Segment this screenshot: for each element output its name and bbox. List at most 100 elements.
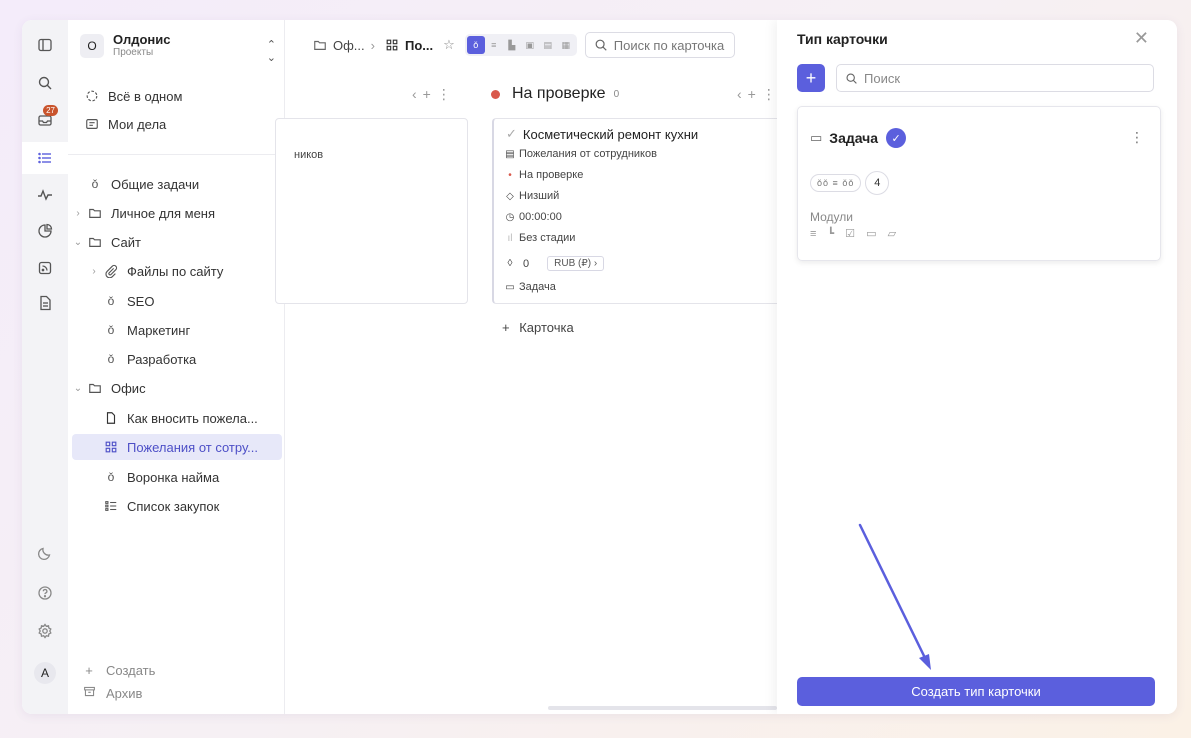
card-status-text: На проверке [519,169,584,181]
sidebar-item-how-to-submit[interactable]: Как вносить пожела... [88,405,282,431]
user-avatar[interactable]: A [34,662,56,684]
column-tools[interactable]: ‹+⋮ [737,86,782,103]
sidebar-item-label: Маркетинг [127,322,191,338]
docs-icon[interactable] [32,290,58,316]
currency-label: RUB (₽) [554,258,592,269]
search-icon[interactable] [32,70,58,96]
breadcrumb-folder[interactable]: Оф... [333,38,365,53]
folder-icon [87,234,103,250]
gantt-view-icon[interactable]: ▙ [503,36,521,54]
sidebar-item-label: Файлы по сайту [127,263,224,279]
column-tools-left[interactable]: ‹+⋮ [412,86,457,103]
sidebar-item-label: Список закупок [127,498,220,514]
archive-button[interactable]: Архив [82,685,142,701]
grid-icon [386,39,398,51]
comments-module-icon: ▱ [887,228,901,240]
chevron-down-icon[interactable]: ⌄ [72,237,84,248]
create-card-type-button[interactable]: Создать тип карточки [797,677,1155,706]
create-button[interactable]: + Создать [82,663,155,678]
column-header[interactable]: На проверке 0 [491,82,619,106]
card-amount: ◊ 0 RUB (₽) › [504,256,605,271]
create-label: Создать [106,663,156,678]
list-icon [103,498,119,514]
sidebar-item-site[interactable]: ⌄ Сайт [72,229,282,255]
more-vertical-icon[interactable]: ⋮ [1130,129,1144,146]
star-icon[interactable]: ☆ [443,37,455,53]
kanban-card[interactable]: ✓ Косметический ремонт кухни ▤ Пожелания… [492,118,792,304]
reports-pie-icon[interactable] [32,218,58,244]
files-module-icon: ▭ [866,228,881,240]
sidebar-item-my-tasks[interactable]: Мои дела [84,111,274,137]
table-view-icon[interactable]: ▤ [539,36,557,54]
list-view-icon[interactable]: ≡ [485,36,503,54]
document-icon [84,116,100,132]
kanban-icon: ǒ [107,294,115,308]
view-icons-group: ǒǒ ≡ ǒǒ [810,174,862,192]
status-icon: • [508,169,512,181]
column-title: На проверке [512,85,606,102]
kanban-view-icon: ǒǒ [817,178,830,188]
sidebar-item-employee-wishes[interactable]: Пожелания от сотру... [72,434,282,460]
icon-rail: 27 A [22,20,68,714]
activity-icon[interactable] [32,182,58,208]
sidebar-item-marketing[interactable]: ǒ Маркетинг [88,317,282,343]
modules-label: Модули [810,210,853,224]
sidebar-item-seo[interactable]: ǒ SEO [88,288,282,314]
search-icon [846,72,857,84]
inbox-icon[interactable]: 27 [32,105,58,133]
sidebar-item-general-tasks[interactable]: ǒ Общие задачи [72,171,282,197]
views-count: 4 [865,171,890,195]
sidebar-item-personal[interactable]: › Личное для меня [72,200,282,226]
column-count: 0 [613,88,620,100]
grid-view-icon[interactable]: ▦ [557,36,575,54]
chevron-updown-icon[interactable]: ⌃ ⌄ [267,38,276,64]
card-type-item[interactable]: ▭ Задача ✓ ⋮ ǒǒ ≡ ǒǒ 4 Модули ≡ ┗ ☑ ▭ ▱ [797,106,1161,261]
horizontal-scrollbar[interactable] [548,706,777,710]
card-type-text: Задача [519,281,556,293]
project-sidebar: О Олдонис Проекты ⌃ ⌄ Всё в одном Мои дел… [68,20,285,714]
help-icon[interactable] [32,580,58,606]
projects-icon[interactable] [22,142,68,174]
paperclip-icon [103,263,119,279]
sidebar-item-label: Как вносить пожела... [127,410,258,426]
dark-mode-icon[interactable] [32,540,58,566]
board-search-input[interactable]: Поиск по карточка [584,32,735,58]
add-type-button[interactable]: + [797,64,825,92]
chevron-right-icon[interactable]: › [88,266,100,277]
settings-gear-icon[interactable] [32,618,58,644]
workspace-switcher[interactable]: О Олдонис Проекты ⌃ ⌄ [80,30,276,64]
card-status: • На проверке [504,169,583,181]
kanban-view-icon[interactable]: ǒ [466,36,485,54]
card-time: ◷ 00:00:00 [504,211,562,223]
chevron-down-icon[interactable]: ⌄ [72,383,84,394]
sidebar-item-site-files[interactable]: › Файлы по сайту [88,258,282,284]
kanban-card-partial[interactable]: ников [275,118,468,304]
sidebar-item-all-in-one[interactable]: Всё в одном [84,83,274,109]
currency-selector[interactable]: RUB (₽) › [547,256,605,271]
folder-icon [87,205,103,221]
feed-icon[interactable] [32,255,58,281]
app-window: 27 A О Олдонис Проекты ⌃ ⌄ Всё в одном М… [22,20,1177,714]
sidebar-item-shopping-list[interactable]: Список закупок [88,493,282,519]
close-icon[interactable]: ✕ [1134,28,1149,49]
sidebar-item-label: Общие задачи [111,176,200,192]
add-card-button[interactable]: + Карточка [502,320,574,335]
chevron-right-icon[interactable]: › [72,208,84,219]
calendar-view-icon[interactable]: ▣ [521,36,539,54]
card-priority: ◇ Низший [504,190,559,202]
checkmark-icon[interactable]: ✓ [506,126,517,142]
sidebar-item-label: Офис [111,380,146,396]
panel-search-input[interactable]: Поиск [836,64,1154,92]
sidebar-item-hiring-funnel[interactable]: ǒ Воронка найма [88,464,282,490]
breadcrumb-current-label: По... [405,37,434,53]
sidebar-item-development[interactable]: ǒ Разработка [88,346,282,372]
breadcrumb[interactable]: Оф... › [313,38,375,53]
document-icon: ▭ [810,130,823,145]
breadcrumb-current[interactable]: По... [385,38,433,53]
sidebar-item-office[interactable]: ⌄ Офис [72,375,282,401]
folder-icon [87,380,103,396]
panel-toggle-icon[interactable] [32,32,58,58]
view-chips: ǒǒ ≡ ǒǒ 4 [810,171,890,195]
view-switcher: ǒ ≡ ▙ ▣ ▤ ▦ [464,34,577,56]
sidebar-item-label: Сайт [111,234,141,250]
